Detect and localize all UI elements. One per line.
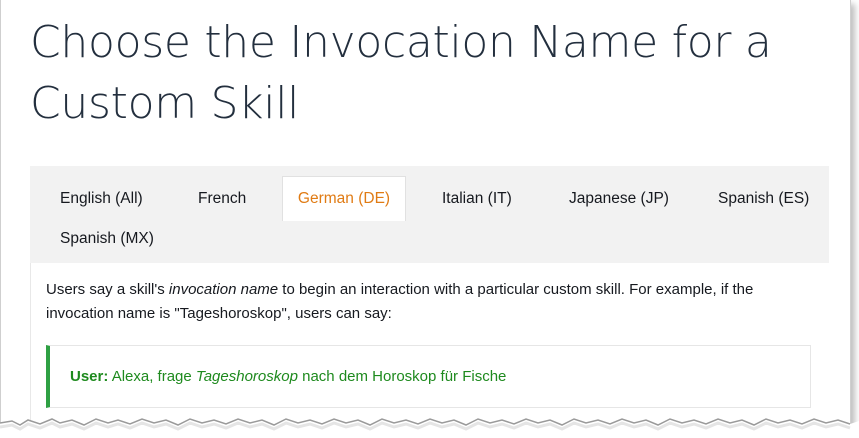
example-callout: User: Alexa, frage Tageshoroskop nach de… <box>46 345 811 408</box>
tab-spanish-mx[interactable]: Spanish (MX) <box>60 217 154 261</box>
torn-edge-decoration <box>0 418 859 438</box>
tab-content-panel: Users say a skill's invocation name to b… <box>30 263 830 428</box>
tab-italian-it[interactable]: Italian (IT) <box>442 177 512 221</box>
tab-japanese-jp[interactable]: Japanese (JP) <box>569 177 669 221</box>
tab-english-all[interactable]: English (All) <box>60 177 143 221</box>
tab-spanish-es[interactable]: Spanish (ES) <box>718 177 809 221</box>
page-frame: Choose the Invocation Name for a Custom … <box>0 0 851 428</box>
example-utterance: User: Alexa, frage Tageshoroskop nach de… <box>70 366 506 388</box>
example-invocation-name: Tageshoroskop <box>195 368 298 385</box>
intro-emphasis: invocation name <box>168 281 279 298</box>
example-text-before: Alexa, frage <box>108 368 196 385</box>
example-text-after: nach dem Horoskop für Fische <box>297 368 507 385</box>
language-tab-bar: English (All) French German (DE) Italian… <box>30 166 829 263</box>
intro-text-start: Users say a skill's <box>46 281 169 298</box>
page-title: Choose the Invocation Name for a Custom … <box>30 17 772 129</box>
tab-french[interactable]: French <box>198 177 246 221</box>
example-speaker: User: <box>70 368 109 385</box>
intro-paragraph: Users say a skill's invocation name to b… <box>46 278 806 326</box>
tab-german-de[interactable]: German (DE) <box>282 176 406 221</box>
